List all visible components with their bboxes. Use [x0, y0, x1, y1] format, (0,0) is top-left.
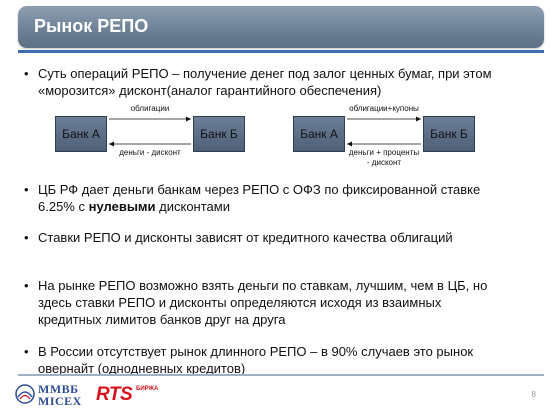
- slide-title: Рынок РЕПО: [34, 16, 149, 36]
- money-arrowhead: [109, 141, 114, 147]
- bullet-text: Суть операций РЕПО – получение денег под…: [38, 66, 492, 98]
- bullet-marker: •: [24, 66, 29, 81]
- rts-logo-text: RTS: [96, 384, 133, 405]
- page-number: 8: [531, 390, 536, 399]
- micex-logo-text: MICEX: [38, 394, 82, 408]
- mmvb-emblem-icon: [15, 384, 35, 404]
- bullet-text-part: дисконтами: [155, 199, 230, 214]
- money-interest-line1: деньги + проценты: [348, 148, 420, 157]
- rts-logo-subtext: БИРЖА: [136, 386, 159, 392]
- bullet-marker: •: [24, 230, 29, 245]
- money-interest-label: деньги + проценты - дисконт: [337, 148, 431, 168]
- money-minus-discount-label: деньги - дисконт: [119, 148, 181, 157]
- mmvb-logo: ММВБ MICEX: [14, 381, 84, 409]
- title-bar: Рынок РЕПО: [18, 6, 544, 48]
- bullet-item: • На рынке РЕПО возможно взять деньги по…: [24, 277, 508, 328]
- bullet-marker: •: [24, 182, 29, 197]
- bullet-text: Ставки РЕПО и дисконты зависят от кредит…: [38, 230, 453, 245]
- rts-logo: RTS БИРЖА: [96, 384, 176, 406]
- bullet-marker: •: [24, 344, 29, 359]
- bank-b-box: Банк Б: [193, 116, 245, 152]
- bonds-arrowhead: [186, 116, 191, 122]
- bonds-arrowhead: [416, 116, 421, 122]
- repo-diagram-coupons: Банк А Банк Б облигации+купоны деньги + …: [293, 102, 475, 167]
- bullet-marker: •: [24, 278, 29, 293]
- bank-a-box: Банк А: [293, 116, 345, 152]
- slide: Рынок РЕПО • Суть операций РЕПО – получе…: [0, 0, 550, 413]
- title-underline: [18, 50, 544, 53]
- bullet-item: • Суть операций РЕПО – получение денег п…: [24, 65, 508, 99]
- footer-divider: [18, 374, 544, 376]
- bullet-item: • Ставки РЕПО и дисконты зависят от кред…: [24, 229, 508, 246]
- repo-diagram-simple: Банк А Банк Б облигации деньги - дисконт: [55, 102, 245, 162]
- money-interest-line2: - дисконт: [366, 158, 402, 167]
- bullet-item: • В России отсутствует рынок длинного РЕ…: [24, 343, 508, 377]
- money-arrowhead: [347, 141, 352, 147]
- bank-b-box: Банк Б: [423, 116, 475, 152]
- bank-a-box: Банк А: [55, 116, 107, 152]
- bullet-text-bold: нулевыми: [88, 199, 156, 214]
- bullet-text: На рынке РЕПО возможно взять деньги по с…: [38, 278, 488, 327]
- bullet-text: В России отсутствует рынок длинного РЕПО…: [38, 344, 474, 376]
- bullet-item: • ЦБ РФ дает деньги банкам через РЕПО с …: [24, 181, 508, 215]
